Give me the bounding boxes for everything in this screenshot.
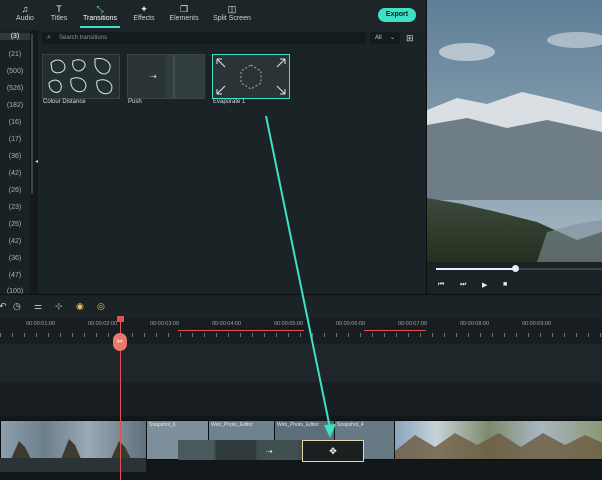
drag-arrow-head xyxy=(324,424,336,438)
drag-arrow-line xyxy=(265,115,331,429)
drag-arrow-overlay xyxy=(265,115,336,438)
